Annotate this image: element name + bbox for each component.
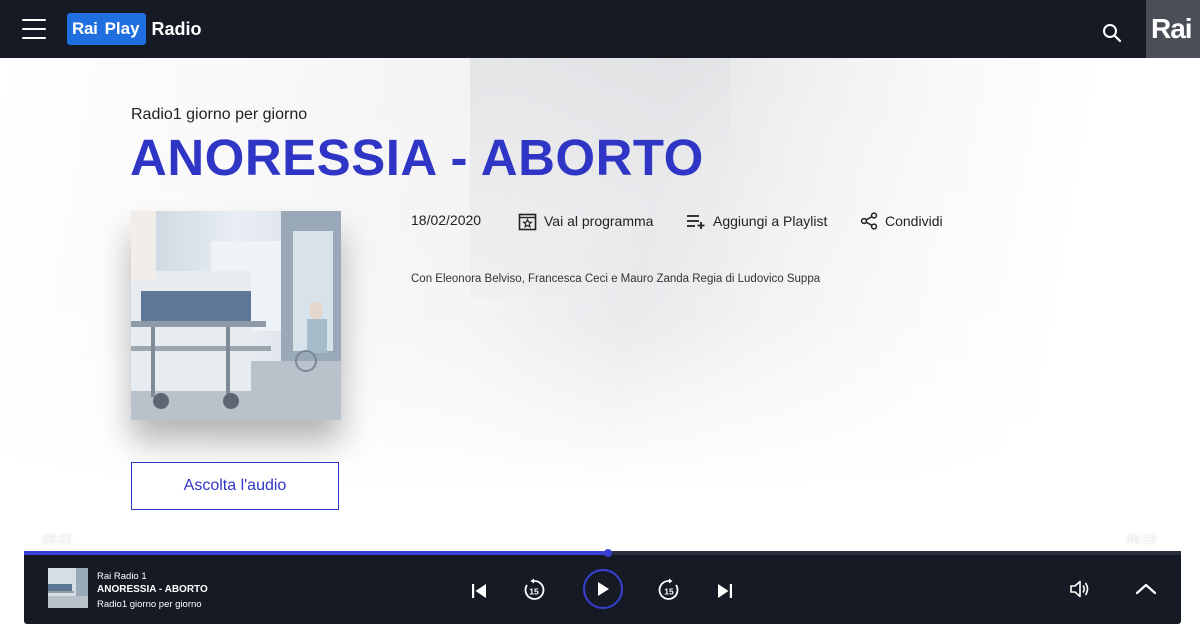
play-icon	[598, 582, 609, 596]
episode-cover-image	[131, 211, 341, 420]
forward-15-icon[interactable]: 15	[656, 577, 682, 603]
progress-handle[interactable]	[604, 549, 613, 557]
logo-rai-text: Rai	[67, 13, 103, 45]
top-bar: Rai Play Radio Rai	[0, 0, 1200, 58]
total-time: 46:19	[1126, 532, 1157, 546]
share-icon	[860, 212, 878, 230]
search-icon[interactable]	[1102, 23, 1122, 43]
menu-icon[interactable]	[22, 19, 46, 39]
rewind-15-icon[interactable]: 15	[521, 577, 547, 603]
elapsed-time: 23:22	[42, 532, 73, 546]
playlist-add-icon	[687, 215, 705, 229]
previous-track-icon[interactable]	[468, 580, 490, 602]
go-to-program-button[interactable]: Vai al programma	[518, 210, 653, 232]
play-button[interactable]	[583, 569, 623, 609]
go-to-program-label: Vai al programma	[544, 213, 654, 229]
volume-icon[interactable]	[1068, 577, 1092, 601]
chevron-up-icon[interactable]	[1134, 577, 1158, 601]
player-channel: Rai Radio 1	[97, 571, 147, 582]
raiplay-radio-logo[interactable]: Rai Play Radio	[67, 12, 202, 46]
forward-seconds-label: 15	[664, 587, 674, 597]
add-to-playlist-button[interactable]: Aggiungi a Playlist	[686, 210, 827, 232]
episode-date: 18/02/2020	[411, 212, 482, 228]
rewind-seconds-label: 15	[529, 587, 539, 597]
player-thumbnail[interactable]	[48, 568, 88, 608]
progress-fill	[24, 551, 609, 555]
share-button[interactable]: Condividi	[860, 210, 943, 232]
next-track-icon[interactable]	[714, 580, 736, 602]
logo-play-text: Play	[102, 13, 146, 45]
program-star-icon	[518, 213, 537, 230]
audio-player-bar: Rai Radio 1 ANORESSIA - ABORTO Radio1 gi…	[24, 549, 1181, 624]
share-label: Condividi	[885, 213, 943, 229]
rai-corner-logo[interactable]: Rai	[1146, 0, 1200, 58]
player-episode-title: ANORESSIA - ABORTO	[97, 584, 208, 595]
listen-audio-button[interactable]: Ascolta l'audio	[131, 462, 339, 510]
episode-description: Con Eleonora Belviso, Francesca Ceci e M…	[411, 273, 821, 285]
progress-bar[interactable]	[24, 549, 1181, 557]
add-to-playlist-label: Aggiungi a Playlist	[713, 213, 828, 229]
logo-radio-text: Radio	[151, 18, 202, 39]
program-name[interactable]: Radio1 giorno per giorno	[131, 106, 307, 124]
episode-title: ANORESSIA - ABORTO	[130, 129, 704, 186]
player-program-name: Radio1 giorno per giorno	[97, 599, 202, 610]
